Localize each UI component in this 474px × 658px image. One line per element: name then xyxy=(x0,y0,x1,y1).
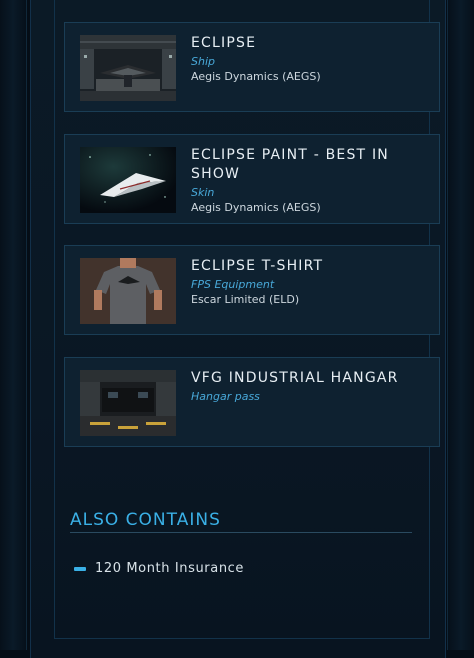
item-type: FPS Equipment xyxy=(191,278,275,291)
item-type: Hangar pass xyxy=(191,390,260,403)
item-manufacturer: Escar Limited (ELD) xyxy=(191,293,300,306)
item-card-eclipse-tshirt[interactable]: ECLIPSE T-SHIRT FPS Equipment Escar Limi… xyxy=(64,245,440,335)
item-name: VFG INDUSTRIAL HANGAR xyxy=(191,370,399,386)
item-card-eclipse-paint[interactable]: ECLIPSE PAINT - BEST IN SHOW Skin Aegis … xyxy=(64,134,440,224)
hangar-ship-image xyxy=(80,35,176,101)
bullet-dash-icon xyxy=(74,567,86,571)
section-divider xyxy=(70,532,412,533)
item-manufacturer: Aegis Dynamics (AEGS) xyxy=(191,201,321,214)
item-type: Skin xyxy=(191,186,215,199)
item-name: ECLIPSE PAINT - BEST IN SHOW xyxy=(191,147,389,182)
item-card-vfg-hangar[interactable]: VFG INDUSTRIAL HANGAR Hangar pass xyxy=(64,357,440,447)
item-type: Ship xyxy=(191,55,215,68)
item-name: ECLIPSE xyxy=(191,35,257,51)
hangar-interior-image xyxy=(80,370,176,436)
left-side-rail xyxy=(0,0,27,650)
item-card-eclipse[interactable]: ECLIPSE Ship Aegis Dynamics (AEGS) xyxy=(64,22,440,112)
item-manufacturer: Aegis Dynamics (AEGS) xyxy=(191,70,321,83)
also-contains-item: 120 Month Insurance xyxy=(95,561,245,576)
tshirt-image xyxy=(80,258,176,324)
item-name: ECLIPSE T-SHIRT xyxy=(191,258,324,274)
also-contains-heading: ALSO CONTAINS xyxy=(70,510,221,530)
white-ship-space-image xyxy=(80,147,176,213)
right-side-rail xyxy=(447,0,474,650)
